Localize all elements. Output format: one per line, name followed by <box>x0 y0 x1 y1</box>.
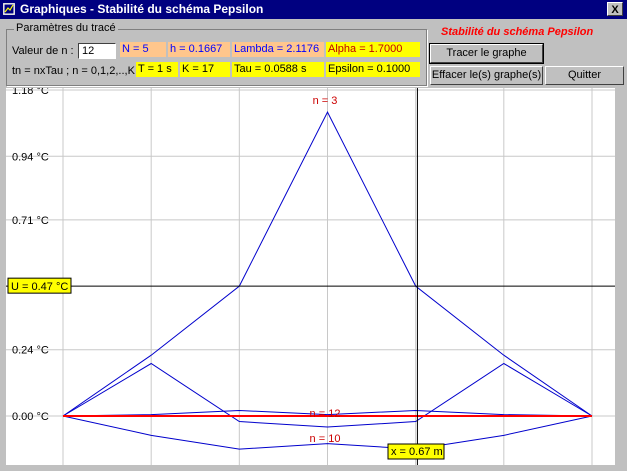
cursor-x-label: x = 0.67 m <box>391 446 443 458</box>
curve-label: n = 3 <box>313 95 338 107</box>
k-field: K = 17 <box>180 62 230 77</box>
n-count-field: N = 5 <box>120 42 166 57</box>
title-bar: Graphiques - Stabilité du schéma Pepsilo… <box>0 0 627 19</box>
app-icon <box>3 3 15 15</box>
effacer-button[interactable]: Effacer le(s) graphe(s) <box>430 66 543 85</box>
alpha-field: Alpha = 1.7000 <box>326 42 420 57</box>
quitter-button[interactable]: Quitter <box>545 66 624 85</box>
tau-field: Tau = 0.0588 s <box>232 62 324 77</box>
y-tick-label: 1.18 °C <box>12 88 49 97</box>
valeur-n-label: Valeur de n : <box>12 45 74 57</box>
quitter-button-label: Quitter <box>567 69 601 81</box>
epsilon-field: Epsilon = 0.1000 <box>326 62 420 77</box>
window-title: Graphiques - Stabilité du schéma Pepsilo… <box>20 2 264 16</box>
lambda-field: Lambda = 2.1176 <box>232 42 324 57</box>
params-group-title: Paramètres du tracé <box>14 22 118 34</box>
stability-title: Stabilité du schéma Pepsilon <box>441 26 594 38</box>
tn-label: tn = nxTau ; n = 0,1,2,..,K <box>12 65 135 77</box>
n-input[interactable]: 12 <box>78 43 116 59</box>
y-tick-label: 0.00 °C <box>12 411 49 423</box>
y-tick-label: 0.24 °C <box>12 345 49 357</box>
h-field: h = 0.1667 <box>168 42 230 57</box>
curve-label: n = 10 <box>310 433 341 445</box>
y-tick-label: 0.71 °C <box>12 215 49 227</box>
t-field: T = 1 s <box>136 62 178 77</box>
curve-label: n = 12 <box>310 408 341 420</box>
bottom-bar <box>0 465 627 471</box>
close-button[interactable]: X <box>607 2 623 16</box>
close-icon: X <box>611 4 619 16</box>
y-tick-label: 0.94 °C <box>12 151 49 163</box>
tracer-button-label: Tracer le graphe <box>446 47 527 59</box>
params-group <box>6 29 427 86</box>
cursor-u-label: U = 0.47 °C <box>11 281 68 293</box>
plot-area[interactable]: 1.18 °C 0.94 °C 0.71 °C 0.24 °C 0.00 °C U = 0… <box>6 85 615 466</box>
tracer-button[interactable]: Tracer le graphe <box>429 43 544 64</box>
chart-svg[interactable]: 1.18 °C 0.94 °C 0.71 °C 0.24 °C 0.00 °C U = 0… <box>6 85 615 466</box>
effacer-button-label: Effacer le(s) graphe(s) <box>431 69 542 81</box>
